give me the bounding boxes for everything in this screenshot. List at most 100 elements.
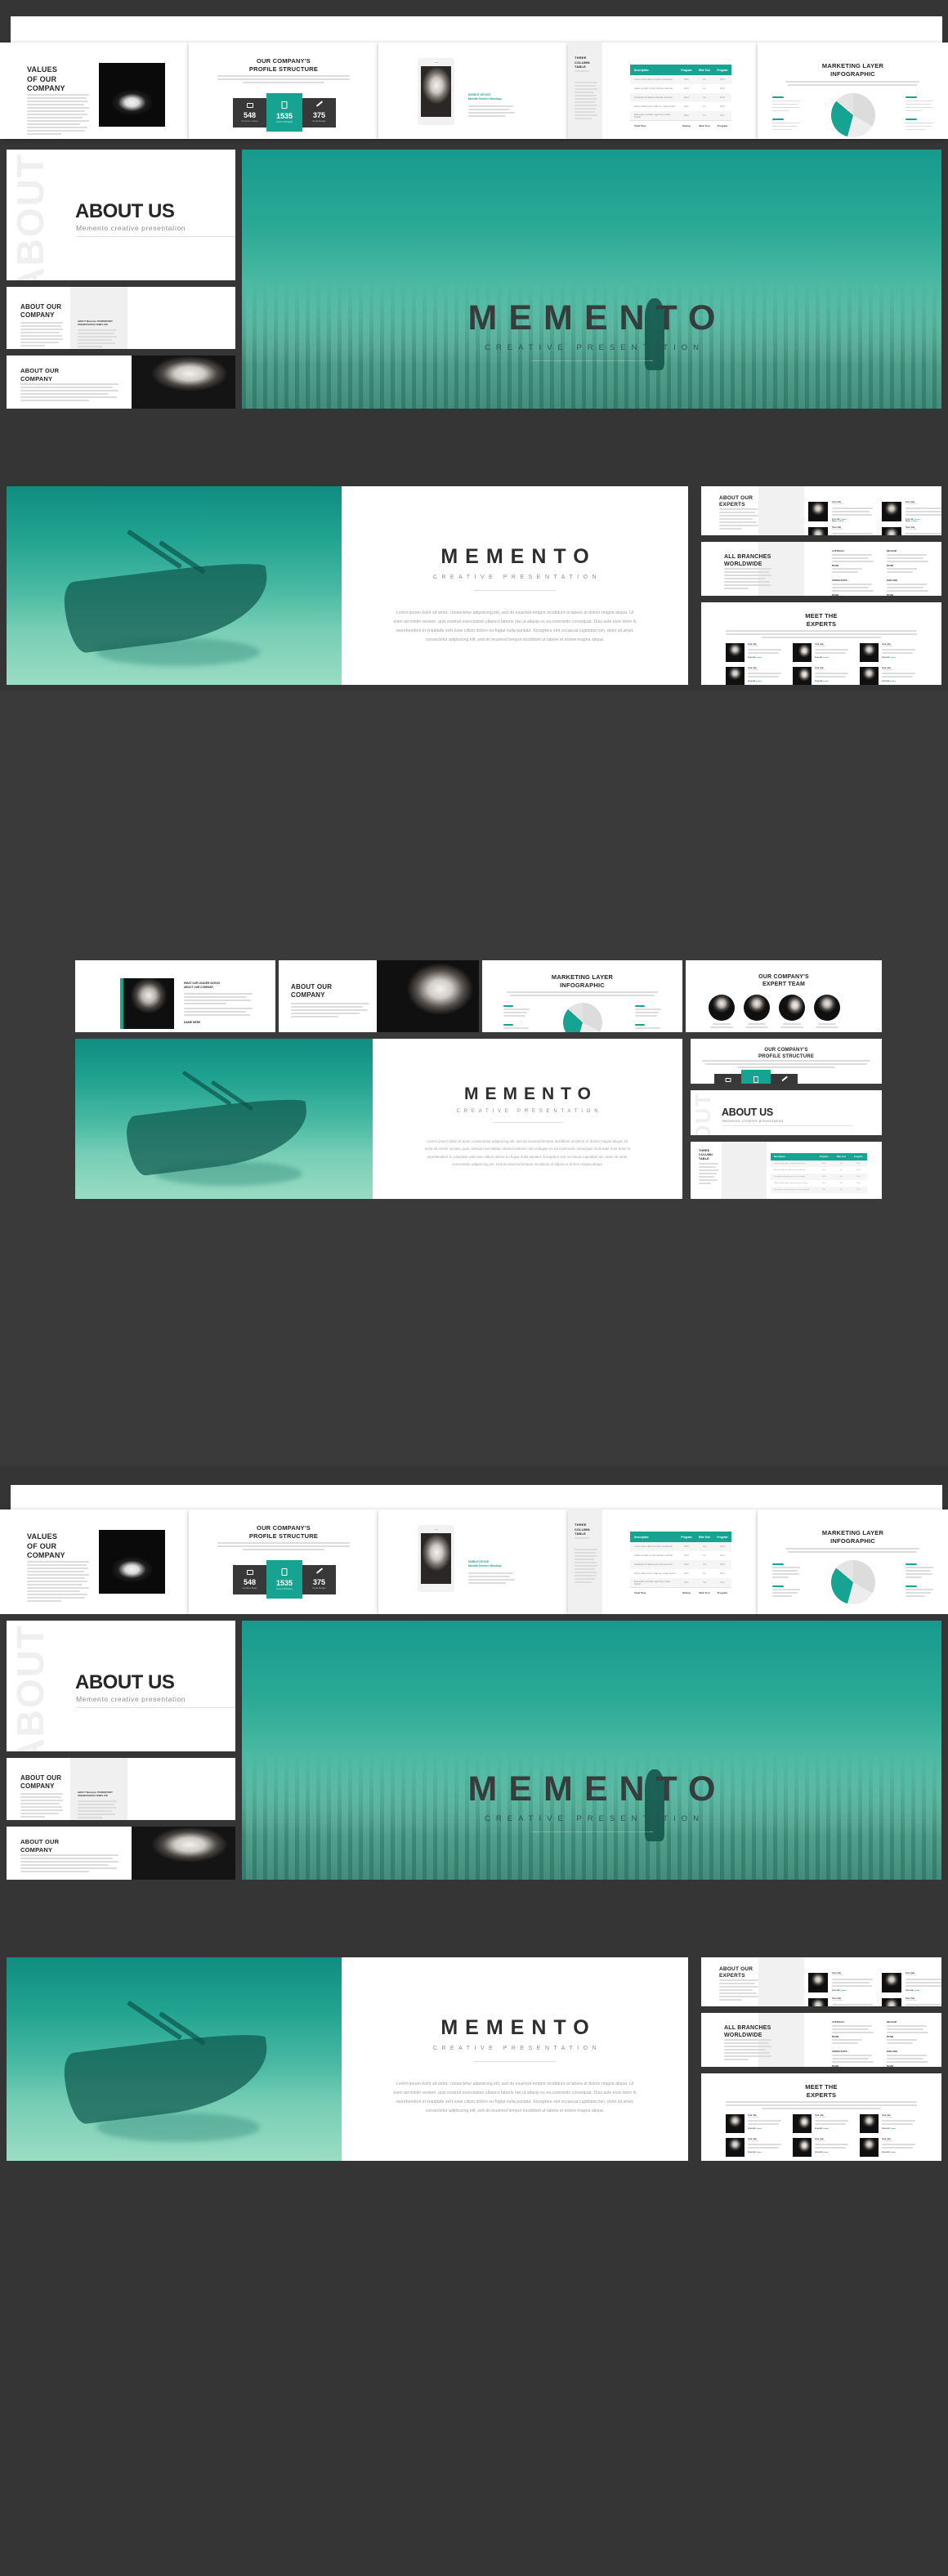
slide-about-company-text[interactable]: ABOUT OUR COMPANY ABOUT Memento POWERPOI…	[7, 287, 235, 349]
slide-marketing-layer-mini[interactable]: MARKETING LAYER INFOGRAPHIC	[482, 960, 682, 1032]
slide-three-column-table-mini[interactable]: THREE COLUMN TABLE Description Program W…	[691, 1142, 882, 1199]
table-row[interactable]: Nullam id dolor id nibh ultricies vehicu…	[771, 1167, 867, 1174]
divider	[530, 360, 653, 361]
table-row[interactable]: Vestibulum id ligula porta felis euismod…	[630, 1560, 731, 1569]
branch-item[interactable]: BELGIUM PHONE	[887, 550, 930, 575]
thumb-marketing-layer-slide[interactable]: MARKETING LAYER INFOGRAPHIC	[758, 1509, 948, 1614]
expert-card[interactable]: Your Job Your Job Here FOLLOW @name	[726, 2114, 785, 2133]
thumb-device-mockup-slide[interactable]: MOBILE DEVICE Mobile Device Mockup	[378, 1509, 568, 1614]
expert-card[interactable]: Your Job Your Job Here FOLLOW @name	[860, 667, 919, 685]
table-row[interactable]: Vestibulum id ligula porta felis euismod…	[771, 1174, 867, 1180]
expert-card[interactable]: Your Job Your Job Here FOLLOW @name	[807, 1972, 874, 1993]
slide-memento-boat-large[interactable]: MEMENTO CREATIVE PRESENTATION Lorem ipsu…	[75, 1039, 682, 1199]
branch-item[interactable]: ENGLAND PHONE	[887, 579, 930, 596]
slide-hero-memento-city[interactable]: MEMENTO CREATIVE PRESENTATION	[242, 1621, 941, 1880]
table-row[interactable]: Maecenas sed diam eget risus varius blan…	[630, 111, 731, 120]
expert-avatar[interactable]	[744, 995, 770, 1030]
table-row[interactable]: Nullam id dolor id nibh ultricies vehicu…	[630, 84, 731, 93]
table-row[interactable]: Lorem ipsum dolor sit amet consectetur 2…	[630, 75, 731, 84]
thumb-profile-structure-slide[interactable]: OUR COMPANY'S PROFILE STRUCTURE 548 Crea…	[189, 1509, 378, 1614]
stat-card-1[interactable]: 1535 Lines Of Project	[266, 1560, 302, 1599]
stat-card-0[interactable]: 548 Creative Ideas	[233, 1564, 266, 1594]
slide-expert-team[interactable]: OUR COMPANY'S EXPERT TEAM	[686, 960, 882, 1032]
memento-paragraph: Lorem ipsum dolor sit amet, consectetur …	[393, 610, 637, 642]
slide-branches-worldwide[interactable]: ALL BRANCHES WORLDWIDE AUSTRALIA PHONE B…	[701, 542, 941, 596]
slide-about-company-woman[interactable]: ABOUT OUR COMPANY	[279, 960, 479, 1032]
expert-card[interactable]: Your Job Your Job Here FOLLOW @name	[881, 1972, 941, 1993]
table-body: Lorem ipsum dolor sit amet consectetur 2…	[630, 75, 731, 120]
expert-avatar[interactable]	[814, 995, 840, 1030]
profile-title: OUR COMPANY'S PROFILE STRUCTURE	[248, 1524, 319, 1541]
strip-bottom-thumbnails: VALUES OF OUR COMPANY OUR COMPANY'S PROF…	[0, 1467, 948, 1614]
device-heading-2: Mobile Device Mockup	[468, 97, 502, 101]
branch-item[interactable]: BELGIUM PHONE	[887, 2021, 930, 2046]
thumb-marketing-layer-slide[interactable]: MARKETING LAYER INFOGRAPHIC	[758, 42, 948, 139]
slide-about-experts[interactable]: ABOUT OUR EXPERTS Your Job Your Job Here…	[701, 1957, 941, 2006]
expert-card[interactable]: Your Job Your Job Here FOLLOW @name Name…	[881, 501, 941, 522]
slide-about-experts[interactable]: ABOUT OUR EXPERTS Your Job Your Job Here…	[701, 486, 941, 535]
expert-card[interactable]: Your Job Your Job Here FOLLOW @name	[726, 643, 785, 662]
table-row[interactable]: Donec ullamcorper nulla non metus auctor…	[630, 1569, 731, 1578]
branch-item[interactable]: UNITED STATE PHONE	[832, 579, 875, 596]
thumb-profile-structure-slide[interactable]: OUR COMPANY'S PROFILE STRUCTURE 548 Crea…	[189, 42, 378, 139]
table-row[interactable]: Donec ullamcorper nulla non metus auctor…	[771, 1180, 867, 1187]
branch-item[interactable]: UNITED STATE PHONE	[832, 2051, 875, 2067]
stat-card-2[interactable]: 375 Great Design	[771, 1073, 798, 1084]
thumb-values-slide[interactable]: VALUES OF OUR COMPANY	[0, 42, 189, 139]
expert-card[interactable]: Your Job Your Job Here FOLLOW @name	[793, 2138, 852, 2157]
slide-profile-structure-mini[interactable]: OUR COMPANY'S PROFILE STRUCTURE 548 Crea…	[691, 1039, 882, 1084]
expert-card[interactable]: Your Job Your Job Here FOLLOW @name	[807, 1997, 874, 2006]
stat-card-2[interactable]: 375 Great Design	[302, 1564, 336, 1594]
branch-item[interactable]: AUSTRALIA PHONE	[832, 550, 875, 575]
thumb-device-mockup-slide[interactable]: MOBILE DEVICE Mobile Device Mockup	[378, 42, 568, 139]
slide-memento-boat[interactable]: MEMENTO CREATIVE PRESENTATION Lorem ipsu…	[7, 1957, 688, 2161]
slide-branches-worldwide[interactable]: ALL BRANCHES WORLDWIDE AUSTRALIA PHONE B…	[701, 2013, 941, 2067]
expert-card[interactable]: Your Job Your Job Here FOLLOW @name	[726, 2138, 785, 2157]
branch-item[interactable]: AUSTRALIA PHONE	[832, 2021, 875, 2046]
expert-card[interactable]: Your Job Your Job Here FOLLOW @name Name…	[881, 526, 941, 535]
slide-about-us[interactable]: ABOUT ABOUT US Memento creative presenta…	[7, 1621, 235, 1751]
stat-card-1[interactable]: 1535 Lines Of Project	[266, 93, 302, 132]
table-row[interactable]: Vestibulum id ligula porta felis euismod…	[630, 93, 731, 102]
expert-avatar[interactable]	[709, 995, 735, 1030]
table-row[interactable]: Nullam id dolor id nibh ultricies vehicu…	[630, 1551, 731, 1560]
slide-meet-the-experts[interactable]: MEET THE EXPERTS Your Job Your Job Here …	[701, 602, 941, 685]
table-row[interactable]: Maecenas sed diam eget risus varius blan…	[630, 1578, 731, 1587]
table-row[interactable]: Donec ullamcorper nulla non metus auctor…	[630, 102, 731, 111]
expert-card[interactable]: Your Job Your Job Here FOLLOW @name	[726, 667, 785, 685]
expert-card[interactable]: Your Job Your Job Here FOLLOW @name	[793, 667, 852, 685]
expert-card[interactable]: Your Job Your Job Here FOLLOW @name	[860, 643, 919, 662]
slide-hero-memento-city[interactable]: MEMENTO CREATIVE PRESENTATION	[242, 150, 941, 409]
expert-card[interactable]: Your Job Your Job Here FOLLOW @name	[793, 643, 852, 662]
stat-card-1[interactable]: 1535 Lines Of Project	[741, 1070, 771, 1084]
branch-item[interactable]: ENGLAND PHONE	[887, 2051, 930, 2067]
expert-card[interactable]: Your Job Your Job Here FOLLOW @name	[793, 2114, 852, 2133]
stat-card-2[interactable]: 375 Great Design	[302, 97, 336, 127]
slide-memento-boat[interactable]: MEMENTO CREATIVE PRESENTATION Lorem ipsu…	[7, 486, 688, 685]
slide-about-company-photo[interactable]: ABOUT OUR COMPANY	[7, 1827, 235, 1880]
thumb-values-slide[interactable]: VALUES OF OUR COMPANY	[0, 1509, 189, 1614]
expert-card[interactable]: Your Job Your Job Here FOLLOW @name Name…	[807, 526, 874, 535]
boat-reflection	[96, 638, 260, 666]
table-row[interactable]: Maecenas sed diam eget risus varius blan…	[771, 1187, 867, 1193]
expert-card[interactable]: Your Job Your Job Here FOLLOW @name	[860, 2114, 919, 2133]
slide-about-us-mini[interactable]: ABOUT ABOUT US Memento creative presenta…	[691, 1090, 882, 1135]
table-row[interactable]: Lorem ipsum dolor sit amet consectetur 2…	[630, 1542, 731, 1551]
slide-meet-the-experts[interactable]: MEET THE EXPERTS Your Job Your Job Here …	[701, 2073, 941, 2161]
table-row[interactable]: Lorem ipsum dolor sit amet consectetur 2…	[771, 1161, 867, 1167]
thumb-three-column-table-slide[interactable]: THREE COLUMN TABLE Description Program W…	[568, 42, 758, 139]
memento-title: MEMENTO	[440, 545, 597, 568]
slide-leader-quote[interactable]: WHAT OUR LEADER SAYING ABOUT OUR COMPANY…	[75, 960, 275, 1032]
stat-card-0[interactable]: 548 Creative Ideas	[233, 97, 266, 127]
slide-about-us[interactable]: ABOUT ABOUT US Memento creative presenta…	[7, 150, 235, 280]
thumb-three-column-table-slide[interactable]: THREE COLUMN TABLE Description Program W…	[568, 1509, 758, 1614]
expert-card[interactable]: Your Job Your Job Here FOLLOW @name	[881, 1997, 941, 2006]
city-silhouette-figure	[645, 298, 664, 370]
expert-card[interactable]: Your Job Your Job Here FOLLOW @name Name…	[807, 501, 874, 522]
hero-subtitle: CREATIVE PRESENTATION	[485, 1814, 704, 1823]
expert-avatar[interactable]	[779, 995, 805, 1030]
stat-card-0[interactable]: 548 Creative Ideas	[714, 1073, 741, 1084]
expert-card[interactable]: Your Job Your Job Here FOLLOW @name	[860, 2138, 919, 2157]
slide-about-company-text[interactable]: ABOUT OUR COMPANY ABOUT Memento POWERPOI…	[7, 1758, 235, 1820]
slide-about-company-photo[interactable]: ABOUT OUR COMPANY	[7, 356, 235, 409]
